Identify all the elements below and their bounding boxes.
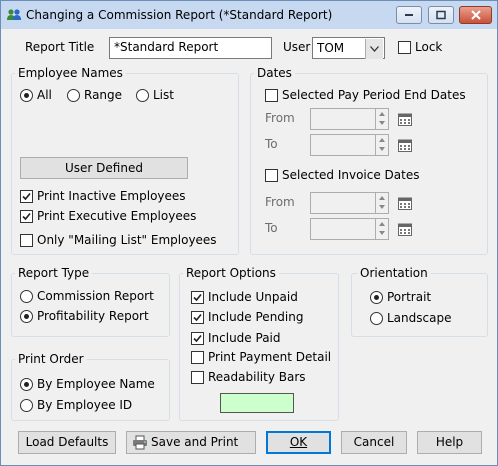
invoice-to-label: To: [265, 221, 278, 235]
report-type-group: [11, 273, 170, 337]
lock-checkbox[interactable]: [398, 41, 411, 54]
by-employee-name-label: By Employee Name: [37, 377, 155, 391]
window-title: Changing a Commission Report (*Standard …: [26, 8, 333, 22]
portrait-label: Portrait: [387, 290, 432, 304]
pay-period-label: Selected Pay Period End Dates: [282, 88, 466, 102]
maximize-button[interactable]: [428, 6, 454, 24]
profitability-report-label: Profitability Report: [37, 309, 149, 323]
cancel-label: Cancel: [353, 435, 395, 449]
calendar-icon[interactable]: [398, 138, 412, 152]
report-title-input[interactable]: *Standard Report: [109, 37, 272, 59]
users-icon: [6, 7, 22, 23]
print-inactive-label: Print Inactive Employees: [37, 189, 186, 203]
include-paid-label: Include Paid: [208, 331, 281, 345]
print-payment-detail-checkbox[interactable]: [191, 351, 204, 364]
mailing-list-label: Only "Mailing List" Employees: [37, 233, 217, 247]
pay-to-date[interactable]: [310, 134, 389, 156]
ok-button[interactable]: OK: [266, 431, 331, 454]
user-combo[interactable]: TOM: [312, 37, 385, 59]
save-and-print-button[interactable]: Save and Print: [126, 431, 256, 454]
readability-bars-checkbox[interactable]: [191, 371, 204, 384]
employee-range-radio[interactable]: [67, 89, 80, 102]
pay-period-checkbox[interactable]: [265, 89, 278, 102]
profitability-report-radio[interactable]: [20, 310, 33, 323]
pay-from-date[interactable]: [310, 108, 389, 130]
landscape-radio[interactable]: [370, 312, 383, 325]
help-button[interactable]: Help: [417, 431, 482, 454]
mailing-list-checkbox[interactable]: [20, 234, 33, 247]
dates-title: Dates: [254, 66, 295, 80]
calendar-icon[interactable]: [398, 222, 412, 236]
readability-bars-label: Readability Bars: [208, 370, 306, 384]
calendar-icon[interactable]: [398, 112, 412, 126]
employee-range-label: Range: [84, 88, 123, 102]
readability-bar-color-swatch[interactable]: [220, 393, 294, 413]
employee-all-radio[interactable]: [20, 89, 33, 102]
print-payment-detail-label: Print Payment Detail: [208, 350, 332, 364]
user-combo-value: TOM: [317, 41, 345, 55]
orientation-title: Orientation: [357, 266, 431, 280]
invoice-to-date[interactable]: [310, 218, 389, 240]
landscape-label: Landscape: [387, 311, 452, 325]
orientation-group: [351, 273, 488, 337]
include-pending-label: Include Pending: [208, 310, 304, 324]
employee-all-label: All: [37, 88, 52, 102]
invoice-from-date[interactable]: [310, 192, 389, 214]
calendar-icon[interactable]: [398, 196, 412, 210]
title-bar: Changing a Commission Report (*Standard …: [1, 1, 497, 29]
employee-list-radio[interactable]: [136, 89, 149, 102]
print-executive-label: Print Executive Employees: [37, 209, 197, 223]
report-options-title: Report Options: [183, 266, 279, 280]
report-title-label: Report Title: [25, 40, 95, 54]
invoice-dates-checkbox[interactable]: [265, 169, 278, 182]
ok-label: OK: [289, 435, 308, 449]
pay-to-label: To: [265, 137, 278, 151]
employee-names-title: Employee Names: [15, 66, 126, 80]
include-paid-checkbox[interactable]: [191, 332, 204, 345]
by-employee-id-radio[interactable]: [20, 399, 33, 412]
include-unpaid-checkbox[interactable]: [191, 291, 204, 304]
by-employee-id-label: By Employee ID: [37, 398, 133, 412]
user-label: User: [283, 40, 311, 54]
load-defaults-button[interactable]: Load Defaults: [18, 431, 116, 454]
print-order-title: Print Order: [15, 352, 87, 366]
save-and-print-label: Save and Print: [151, 435, 239, 449]
invoice-dates-label: Selected Invoice Dates: [282, 168, 420, 182]
commission-report-dialog: Changing a Commission Report (*Standard …: [0, 0, 498, 466]
report-type-title: Report Type: [15, 266, 93, 280]
lock-label: Lock: [415, 40, 443, 54]
employee-list-label: List: [153, 88, 174, 102]
chevron-down-icon[interactable]: [365, 39, 383, 59]
minimize-button[interactable]: [396, 6, 422, 24]
portrait-radio[interactable]: [370, 291, 383, 304]
include-pending-checkbox[interactable]: [191, 311, 204, 324]
pay-from-label: From: [265, 111, 295, 125]
cancel-button[interactable]: Cancel: [341, 431, 407, 454]
print-executive-checkbox[interactable]: [20, 210, 33, 223]
user-defined-button[interactable]: User Defined: [20, 157, 188, 179]
printer-icon: [132, 435, 148, 457]
commission-report-radio[interactable]: [20, 290, 33, 303]
help-label: Help: [435, 435, 464, 449]
by-employee-name-radio[interactable]: [20, 378, 33, 391]
close-button[interactable]: [459, 6, 492, 24]
print-inactive-checkbox[interactable]: [20, 190, 33, 203]
invoice-from-label: From: [265, 195, 295, 209]
commission-report-label: Commission Report: [37, 289, 154, 303]
include-unpaid-label: Include Unpaid: [208, 290, 298, 304]
close-icon: [470, 10, 481, 20]
